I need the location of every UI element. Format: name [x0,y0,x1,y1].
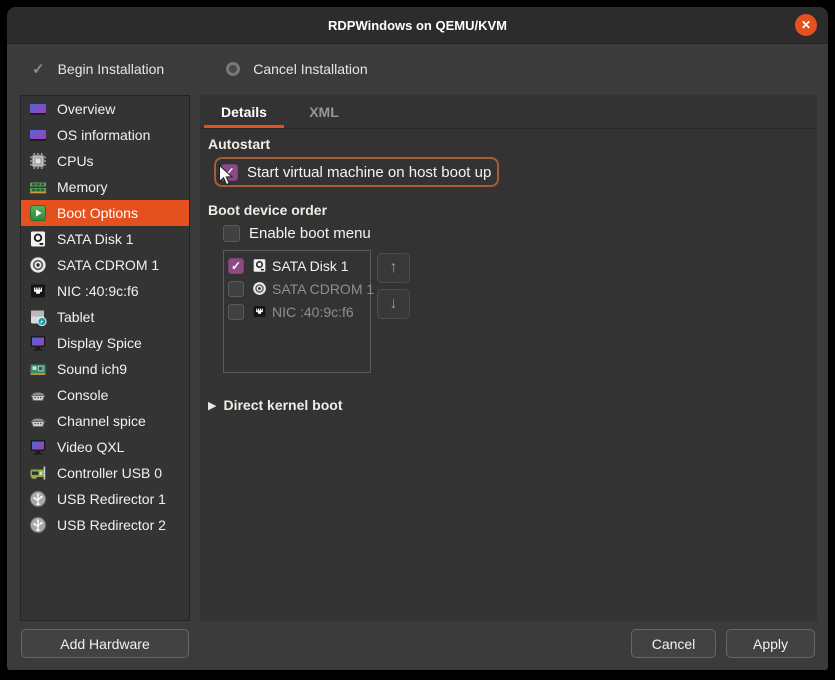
sidebar-item-controller-usb-0[interactable]: Controller USB 0 [21,460,189,486]
window-title: RDPWindows on QEMU/KVM [328,18,507,33]
boot-device-row-sata-cdrom-1[interactable]: SATA CDROM 1 [224,277,370,300]
sidebar-item-cpus[interactable]: CPUs [21,148,189,174]
disk-icon [29,230,47,248]
sidebar-item-label: USB Redirector 2 [57,517,166,533]
vm-details-window: RDPWindows on QEMU/KVM ✕ ✓ Begin Install… [7,7,828,670]
toolbar: ✓ Begin Installation Cancel Installation [7,44,828,94]
hardware-sidebar: Overview OS information CPUs Memory Boot Opt… [20,95,190,621]
boot-device-order-heading: Boot device order [208,202,327,218]
sidebar-item-tablet[interactable]: Tablet [21,304,189,330]
direct-kernel-boot-label: Direct kernel boot [223,397,342,413]
arrow-up-icon: ↑ [390,259,398,277]
arrow-down-icon: ↓ [390,295,398,313]
direct-kernel-boot-expander[interactable]: ▶ Direct kernel boot [208,397,343,413]
autostart-checkbox-label: Start virtual machine on host boot up [247,164,491,181]
boot-device-label: SATA CDROM 1 [272,281,374,297]
cancel-circle-icon [226,62,240,76]
autostart-row[interactable]: ✓ Start virtual machine on host boot up [214,157,499,187]
cpu-icon [29,152,47,170]
enable-boot-menu-row[interactable]: Enable boot menu [223,225,371,242]
sidebar-item-label: OS information [57,127,150,143]
sidebar-item-label: Boot Options [57,205,138,221]
tab-xml[interactable]: XML [284,95,364,128]
boot-device-checkbox[interactable]: ✓ [228,258,244,274]
move-up-button[interactable]: ↑ [377,253,410,283]
sound-icon [29,360,47,378]
sidebar-item-boot-options[interactable]: Boot Options [21,200,189,226]
boot-device-label: SATA Disk 1 [272,258,349,274]
serial-icon [29,386,47,404]
enable-boot-menu-checkbox[interactable] [223,225,240,242]
sidebar-item-nic-40-9c-f6[interactable]: NIC :40:9c:f6 [21,278,189,304]
sidebar-item-usb-redirector-2[interactable]: USB Redirector 2 [21,512,189,538]
sidebar-item-memory[interactable]: Memory [21,174,189,200]
autostart-heading: Autostart [208,136,270,152]
begin-installation-button[interactable]: ✓ Begin Installation [32,60,164,78]
cancel-installation-button[interactable]: Cancel Installation [226,61,367,77]
sidebar-item-label: Video QXL [57,439,124,455]
boot-device-checkbox[interactable] [228,281,244,297]
sidebar-item-sata-disk-1[interactable]: SATA Disk 1 [21,226,189,252]
usb-icon [29,516,47,534]
sidebar-item-label: NIC :40:9c:f6 [57,283,139,299]
begin-installation-label: Begin Installation [58,61,165,77]
card-icon [29,100,47,118]
sidebar-item-label: SATA CDROM 1 [57,257,159,273]
close-icon[interactable]: ✕ [795,14,817,36]
sidebar-item-label: CPUs [57,153,94,169]
cdrom-icon [29,256,47,274]
disk-icon [252,258,267,273]
boot-device-label: NIC :40:9c:f6 [272,304,354,320]
cdrom-icon [252,281,267,296]
sidebar-item-overview[interactable]: Overview [21,96,189,122]
sidebar-item-video-qxl[interactable]: Video QXL [21,434,189,460]
sidebar-item-label: Overview [57,101,115,117]
add-hardware-button[interactable]: Add Hardware [21,629,189,658]
sidebar-item-label: Console [57,387,108,403]
sidebar-item-label: Controller USB 0 [57,465,162,481]
sidebar-item-label: SATA Disk 1 [57,231,134,247]
enable-boot-menu-label: Enable boot menu [249,225,371,242]
serial-icon [29,412,47,430]
sidebar-item-label: Sound ich9 [57,361,127,377]
details-panel: DetailsXML Autostart ✓ Start virtual mac… [200,95,817,621]
sidebar-item-label: Memory [57,179,108,195]
tab-bar: DetailsXML [200,95,817,129]
boot-device-checkbox[interactable] [228,304,244,320]
cancel-button[interactable]: Cancel [631,629,716,658]
sidebar-item-label: Tablet [57,309,94,325]
move-down-button[interactable]: ↓ [377,289,410,319]
sidebar-item-label: Channel spice [57,413,146,429]
boot-device-row-nic-40-9c-f6[interactable]: NIC :40:9c:f6 [224,300,370,323]
cancel-installation-label: Cancel Installation [253,61,367,77]
sidebar-item-usb-redirector-1[interactable]: USB Redirector 1 [21,486,189,512]
boot-device-row-sata-disk-1[interactable]: ✓ SATA Disk 1 [224,254,370,277]
apply-button[interactable]: Apply [726,629,815,658]
memory-icon [29,178,47,196]
sidebar-item-os-information[interactable]: OS information [21,122,189,148]
sidebar-item-label: USB Redirector 1 [57,491,166,507]
tablet-icon [29,308,47,326]
sidebar-item-sata-cdrom-1[interactable]: SATA CDROM 1 [21,252,189,278]
sidebar-item-display-spice[interactable]: Display Spice [21,330,189,356]
card-icon [29,126,47,144]
autostart-checkbox[interactable]: ✓ [221,164,238,181]
controller-icon [29,464,47,482]
usb-icon [29,490,47,508]
sidebar-item-sound-ich9[interactable]: Sound ich9 [21,356,189,382]
sidebar-item-console[interactable]: Console [21,382,189,408]
nic-icon [29,282,47,300]
boot-device-list: ✓ SATA Disk 1 SATA CDROM 1 NIC :40:9c:f6 [223,250,371,373]
monitor-icon [29,438,47,456]
expander-triangle-icon: ▶ [208,399,216,412]
sidebar-item-label: Display Spice [57,335,142,351]
titlebar[interactable]: RDPWindows on QEMU/KVM ✕ [7,7,828,44]
tab-details[interactable]: Details [204,95,284,128]
check-icon: ✓ [32,60,45,78]
sidebar-item-channel-spice[interactable]: Channel spice [21,408,189,434]
boot-icon [29,204,47,222]
monitor-icon [29,334,47,352]
nic-icon [252,304,267,319]
